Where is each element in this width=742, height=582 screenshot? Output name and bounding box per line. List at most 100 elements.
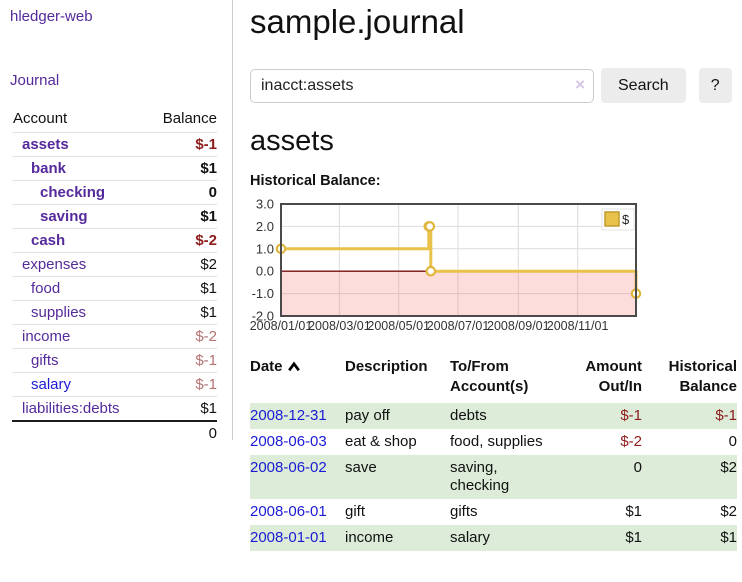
transaction-accounts: food, supplies bbox=[450, 429, 560, 455]
register-row: 2008-01-01incomesalary$1$1 bbox=[250, 525, 737, 551]
accounts-table: Account Balance assets $-1 bank $1 checking 0… bbox=[12, 110, 217, 445]
svg-text:2008/11/01: 2008/11/01 bbox=[547, 319, 609, 333]
account-link[interactable]: gifts bbox=[12, 352, 59, 369]
account-balance: $2 bbox=[147, 253, 217, 277]
account-balance: $1 bbox=[147, 301, 217, 325]
transaction-description: gift bbox=[345, 499, 450, 525]
register-header-row: Date Description To/From Account(s) Amou… bbox=[250, 355, 737, 403]
app-title-link[interactable]: hledger-web bbox=[10, 8, 93, 25]
main-content: sample.journal × Search ? assets Histori… bbox=[234, 0, 742, 551]
amount-column-header: Amount Out/In bbox=[560, 355, 642, 403]
account-balance: $1 bbox=[147, 205, 217, 229]
balance-column-header: Balance bbox=[147, 110, 217, 133]
transaction-date-link[interactable]: 2008-01-01 bbox=[250, 529, 327, 546]
svg-text:2.0: 2.0 bbox=[256, 219, 274, 234]
register-row: 2008-06-01 giftgifts$1$2 bbox=[250, 499, 737, 525]
search-input[interactable] bbox=[250, 69, 594, 103]
transaction-amount: 0 bbox=[560, 455, 642, 499]
sidebar-item-journal[interactable]: Journal bbox=[10, 72, 59, 89]
account-balance: $-1 bbox=[147, 133, 217, 157]
svg-text:2008/09/01: 2008/09/01 bbox=[487, 319, 550, 333]
account-row: income$-2 bbox=[12, 325, 217, 349]
sort-ascending-icon bbox=[287, 361, 301, 372]
description-column-header: Description bbox=[345, 355, 450, 403]
svg-text:0.0: 0.0 bbox=[256, 264, 274, 279]
account-balance: $1 bbox=[147, 157, 217, 181]
account-row: food $1 bbox=[12, 277, 217, 301]
svg-text:2008/05/01: 2008/05/01 bbox=[367, 319, 430, 333]
transaction-balance: $1 bbox=[642, 525, 737, 551]
historical-balance-chart[interactable]: $3.02.01.00.0-1.0-2.02008/01/012008/03/0… bbox=[244, 195, 644, 337]
account-balance: 0 bbox=[147, 181, 217, 205]
account-column-header: Account bbox=[12, 110, 147, 133]
transaction-accounts: debts bbox=[450, 403, 560, 429]
account-link[interactable]: income bbox=[12, 328, 70, 345]
svg-text:$: $ bbox=[622, 212, 630, 227]
transaction-amount: $1 bbox=[560, 525, 642, 551]
transaction-accounts: gifts bbox=[450, 499, 560, 525]
search-input-wrapper: × bbox=[250, 69, 594, 103]
account-row: assets $-1 bbox=[12, 133, 217, 157]
register-row: 2008-12-31pay offdebts$-1$-1 bbox=[250, 403, 737, 429]
account-balance: $-1 bbox=[147, 349, 217, 373]
account-link[interactable]: checking bbox=[12, 184, 105, 201]
account-row: liabilities:debts $1 bbox=[12, 397, 217, 422]
account-row: salary $-1 bbox=[12, 373, 217, 397]
transaction-balance: $-1 bbox=[642, 403, 737, 429]
accounts-table-header: Account Balance bbox=[12, 110, 217, 133]
svg-text:2008/07/01: 2008/07/01 bbox=[427, 319, 490, 333]
transaction-accounts: saving, checking bbox=[450, 455, 560, 499]
account-row: gifts $-1 bbox=[12, 349, 217, 373]
account-row: cash $-2 bbox=[12, 229, 217, 253]
account-row: bank $1 bbox=[12, 157, 217, 181]
account-link[interactable]: food bbox=[12, 280, 60, 297]
transaction-amount: $-1 bbox=[560, 403, 642, 429]
account-link[interactable]: supplies bbox=[12, 304, 86, 321]
transaction-description: eat & shop bbox=[345, 429, 450, 455]
help-button[interactable]: ? bbox=[699, 68, 732, 103]
transaction-balance: 0 bbox=[642, 429, 737, 455]
svg-text:3.0: 3.0 bbox=[256, 197, 274, 212]
account-balance: $1 bbox=[147, 397, 217, 422]
account-row: expenses $2 bbox=[12, 253, 217, 277]
accounts-column-header: To/From Account(s) bbox=[450, 355, 560, 403]
balance-column-header-register: Historical Balance bbox=[642, 355, 737, 403]
svg-text:2008/01/01: 2008/01/01 bbox=[250, 319, 313, 333]
account-row: checking 0 bbox=[12, 181, 217, 205]
svg-text:2008/03/01: 2008/03/01 bbox=[308, 319, 371, 333]
accounts-total-balance: 0 bbox=[147, 421, 217, 445]
chart-label: Historical Balance: bbox=[250, 172, 742, 190]
account-link[interactable]: liabilities:debts bbox=[12, 400, 120, 417]
account-link[interactable]: salary bbox=[12, 376, 71, 393]
transaction-description: save bbox=[345, 455, 450, 499]
account-row: supplies $1 bbox=[12, 301, 217, 325]
accounts-table-body: assets$-1bank$1checking0saving$1cash$-2e… bbox=[12, 133, 217, 446]
page-title: sample.journal bbox=[250, 2, 742, 42]
transaction-balance: $2 bbox=[642, 499, 737, 525]
account-link[interactable]: cash bbox=[12, 232, 65, 249]
clear-search-icon[interactable]: × bbox=[575, 75, 585, 95]
account-page-title: assets bbox=[250, 124, 742, 158]
account-balance: $-2 bbox=[147, 229, 217, 253]
account-link[interactable]: saving bbox=[12, 208, 88, 225]
transaction-amount: $-2 bbox=[560, 429, 642, 455]
account-balance: $-1 bbox=[147, 373, 217, 397]
date-column-header[interactable]: Date bbox=[250, 355, 345, 403]
register-table: Date Description To/From Account(s) Amou… bbox=[250, 355, 737, 551]
account-link[interactable]: assets bbox=[12, 136, 69, 153]
search-form: × Search ? bbox=[250, 68, 742, 103]
search-button[interactable]: Search bbox=[601, 68, 686, 103]
account-link[interactable]: bank bbox=[12, 160, 66, 177]
sidebar: hledger-web Journal Account Balance asse… bbox=[0, 0, 233, 440]
transaction-date-link[interactable]: 2008-06-02 bbox=[250, 459, 327, 476]
transaction-date-link[interactable]: 2008-06-03 bbox=[250, 433, 327, 450]
transaction-amount: $1 bbox=[560, 499, 642, 525]
account-balance: $1 bbox=[147, 277, 217, 301]
transaction-date-link[interactable]: 2008-12-31 bbox=[250, 407, 327, 424]
accounts-total-row: 0 bbox=[12, 421, 217, 445]
account-row: saving $1 bbox=[12, 205, 217, 229]
svg-text:1.0: 1.0 bbox=[256, 241, 274, 256]
transaction-date-link[interactable]: 2008-06-01 bbox=[250, 503, 327, 520]
register-row: 2008-06-03 eat & shopfood, supplies$-20 bbox=[250, 429, 737, 455]
account-link[interactable]: expenses bbox=[12, 256, 86, 273]
